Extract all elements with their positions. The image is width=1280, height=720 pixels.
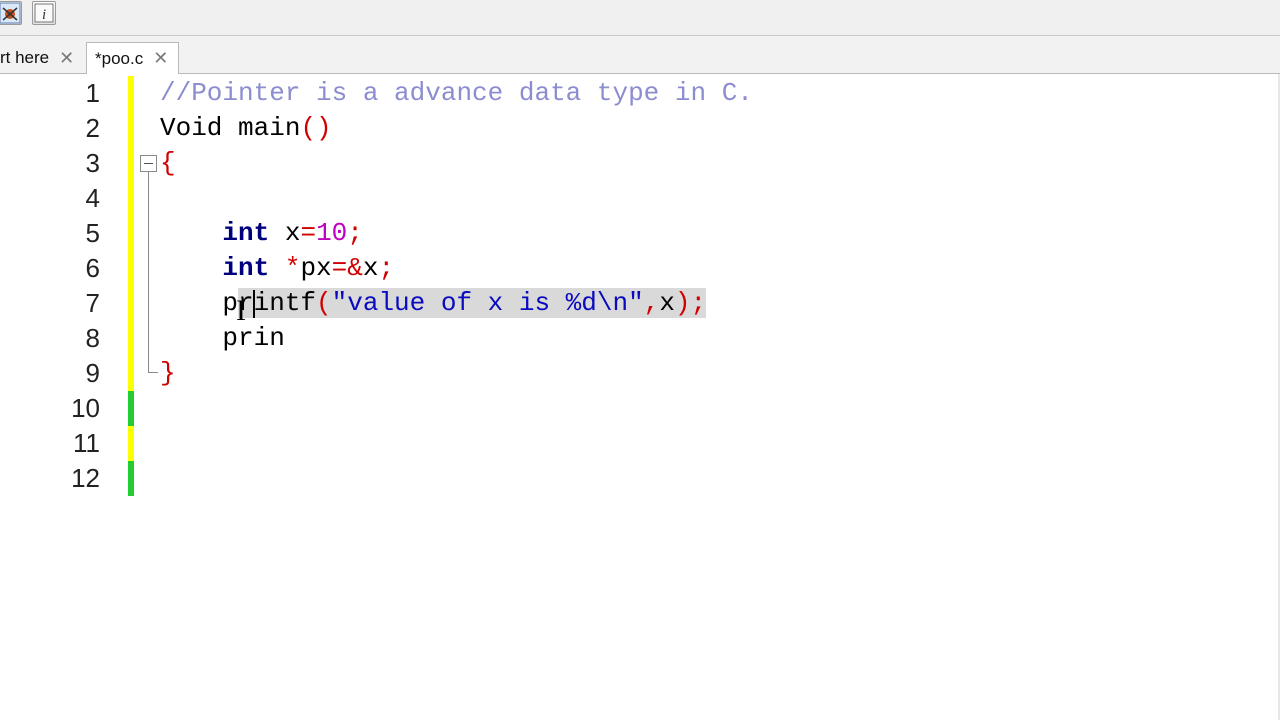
- line-number: 3: [85, 148, 100, 178]
- change-marker: [128, 216, 134, 251]
- line-number: 4: [85, 183, 100, 213]
- code-token: x: [362, 253, 379, 283]
- code-token: "value of x is %d\n": [331, 288, 644, 318]
- code-token: (): [300, 113, 332, 143]
- code-token: ;: [347, 218, 363, 248]
- tab-label: rt here: [0, 48, 50, 67]
- tab-bar: rt here ✕ *poo.c ✕: [0, 36, 1280, 75]
- ibeam-cursor-icon: I: [236, 294, 246, 327]
- close-icon[interactable]: ✕: [153, 48, 168, 69]
- tab-label: *poo.c: [95, 48, 144, 68]
- code-line[interactable]: prin: [160, 321, 285, 356]
- code-token: px: [300, 253, 332, 283]
- debug-button[interactable]: [0, 1, 22, 25]
- code-line[interactable]: {: [160, 146, 176, 181]
- change-marker: [128, 286, 134, 321]
- code-line[interactable]: int x=10;: [160, 216, 363, 251]
- change-marker: [128, 321, 134, 356]
- code-token: =&: [331, 253, 363, 283]
- line-number: 5: [85, 218, 100, 248]
- change-marker: [128, 111, 134, 146]
- tab-poo-c[interactable]: *poo.c ✕: [86, 42, 180, 75]
- line-number: 10: [71, 393, 100, 423]
- code-token: //Pointer is a advance data type in C.: [160, 78, 753, 108]
- code-token: int: [222, 218, 270, 248]
- change-marker: [128, 251, 134, 286]
- line-number: 9: [85, 358, 100, 388]
- tab-start-here[interactable]: rt here ✕: [0, 42, 74, 74]
- code-token: }: [160, 358, 176, 388]
- code-line[interactable]: int *px=&x;: [160, 251, 394, 286]
- line-number: 2: [85, 113, 100, 143]
- code-token: prin: [160, 323, 285, 353]
- bug-icon: [0, 2, 21, 24]
- info-button[interactable]: i: [32, 1, 56, 25]
- change-marker: [128, 146, 134, 181]
- info-icon: i: [34, 3, 54, 23]
- fold-line: [148, 172, 149, 372]
- code-token: (: [316, 288, 332, 318]
- code-token: 10: [316, 218, 348, 248]
- line-number-gutter: 1 2 3 4 5 6 7 8 9 10 11 12: [0, 74, 130, 720]
- line-number: 6: [85, 253, 100, 283]
- change-marker: [128, 391, 134, 426]
- line-number: 8: [85, 323, 100, 353]
- change-marker: [128, 356, 134, 391]
- code-token: x: [269, 218, 301, 248]
- svg-text:i: i: [42, 7, 46, 23]
- close-icon[interactable]: ✕: [59, 48, 74, 69]
- fold-toggle-icon[interactable]: [140, 155, 157, 172]
- code-token: ;: [378, 253, 395, 283]
- code-token: *: [284, 253, 301, 283]
- change-marker: [128, 181, 134, 216]
- code-token: {: [160, 148, 176, 178]
- code-token: rintf: [238, 288, 317, 318]
- fold-end: [148, 372, 158, 373]
- change-marker: [128, 461, 134, 496]
- line-number: 12: [71, 463, 100, 493]
- change-marker: [128, 426, 134, 461]
- line-number: 1: [85, 78, 100, 108]
- line-number: 7: [85, 288, 100, 318]
- code-token: );: [674, 288, 707, 318]
- code-token: Void main: [160, 113, 301, 143]
- toolbar: i: [0, 0, 1280, 36]
- code-token: x: [659, 288, 675, 318]
- code-line[interactable]: }: [160, 356, 176, 391]
- code-line[interactable]: //Pointer is a advance data type in C.: [160, 76, 753, 111]
- code-token: =: [300, 218, 317, 248]
- change-marker: [128, 76, 134, 111]
- code-token: int: [222, 253, 270, 283]
- code-token: ,: [643, 288, 660, 318]
- line-number: 11: [73, 428, 100, 458]
- code-token: p: [160, 288, 239, 318]
- text-caret: [253, 290, 255, 318]
- code-line[interactable]: Void main(): [160, 111, 332, 146]
- code-editor[interactable]: 1 2 3 4 5 6 7 8 9 10 11 12 //Pointer is a advance d…: [0, 74, 1280, 720]
